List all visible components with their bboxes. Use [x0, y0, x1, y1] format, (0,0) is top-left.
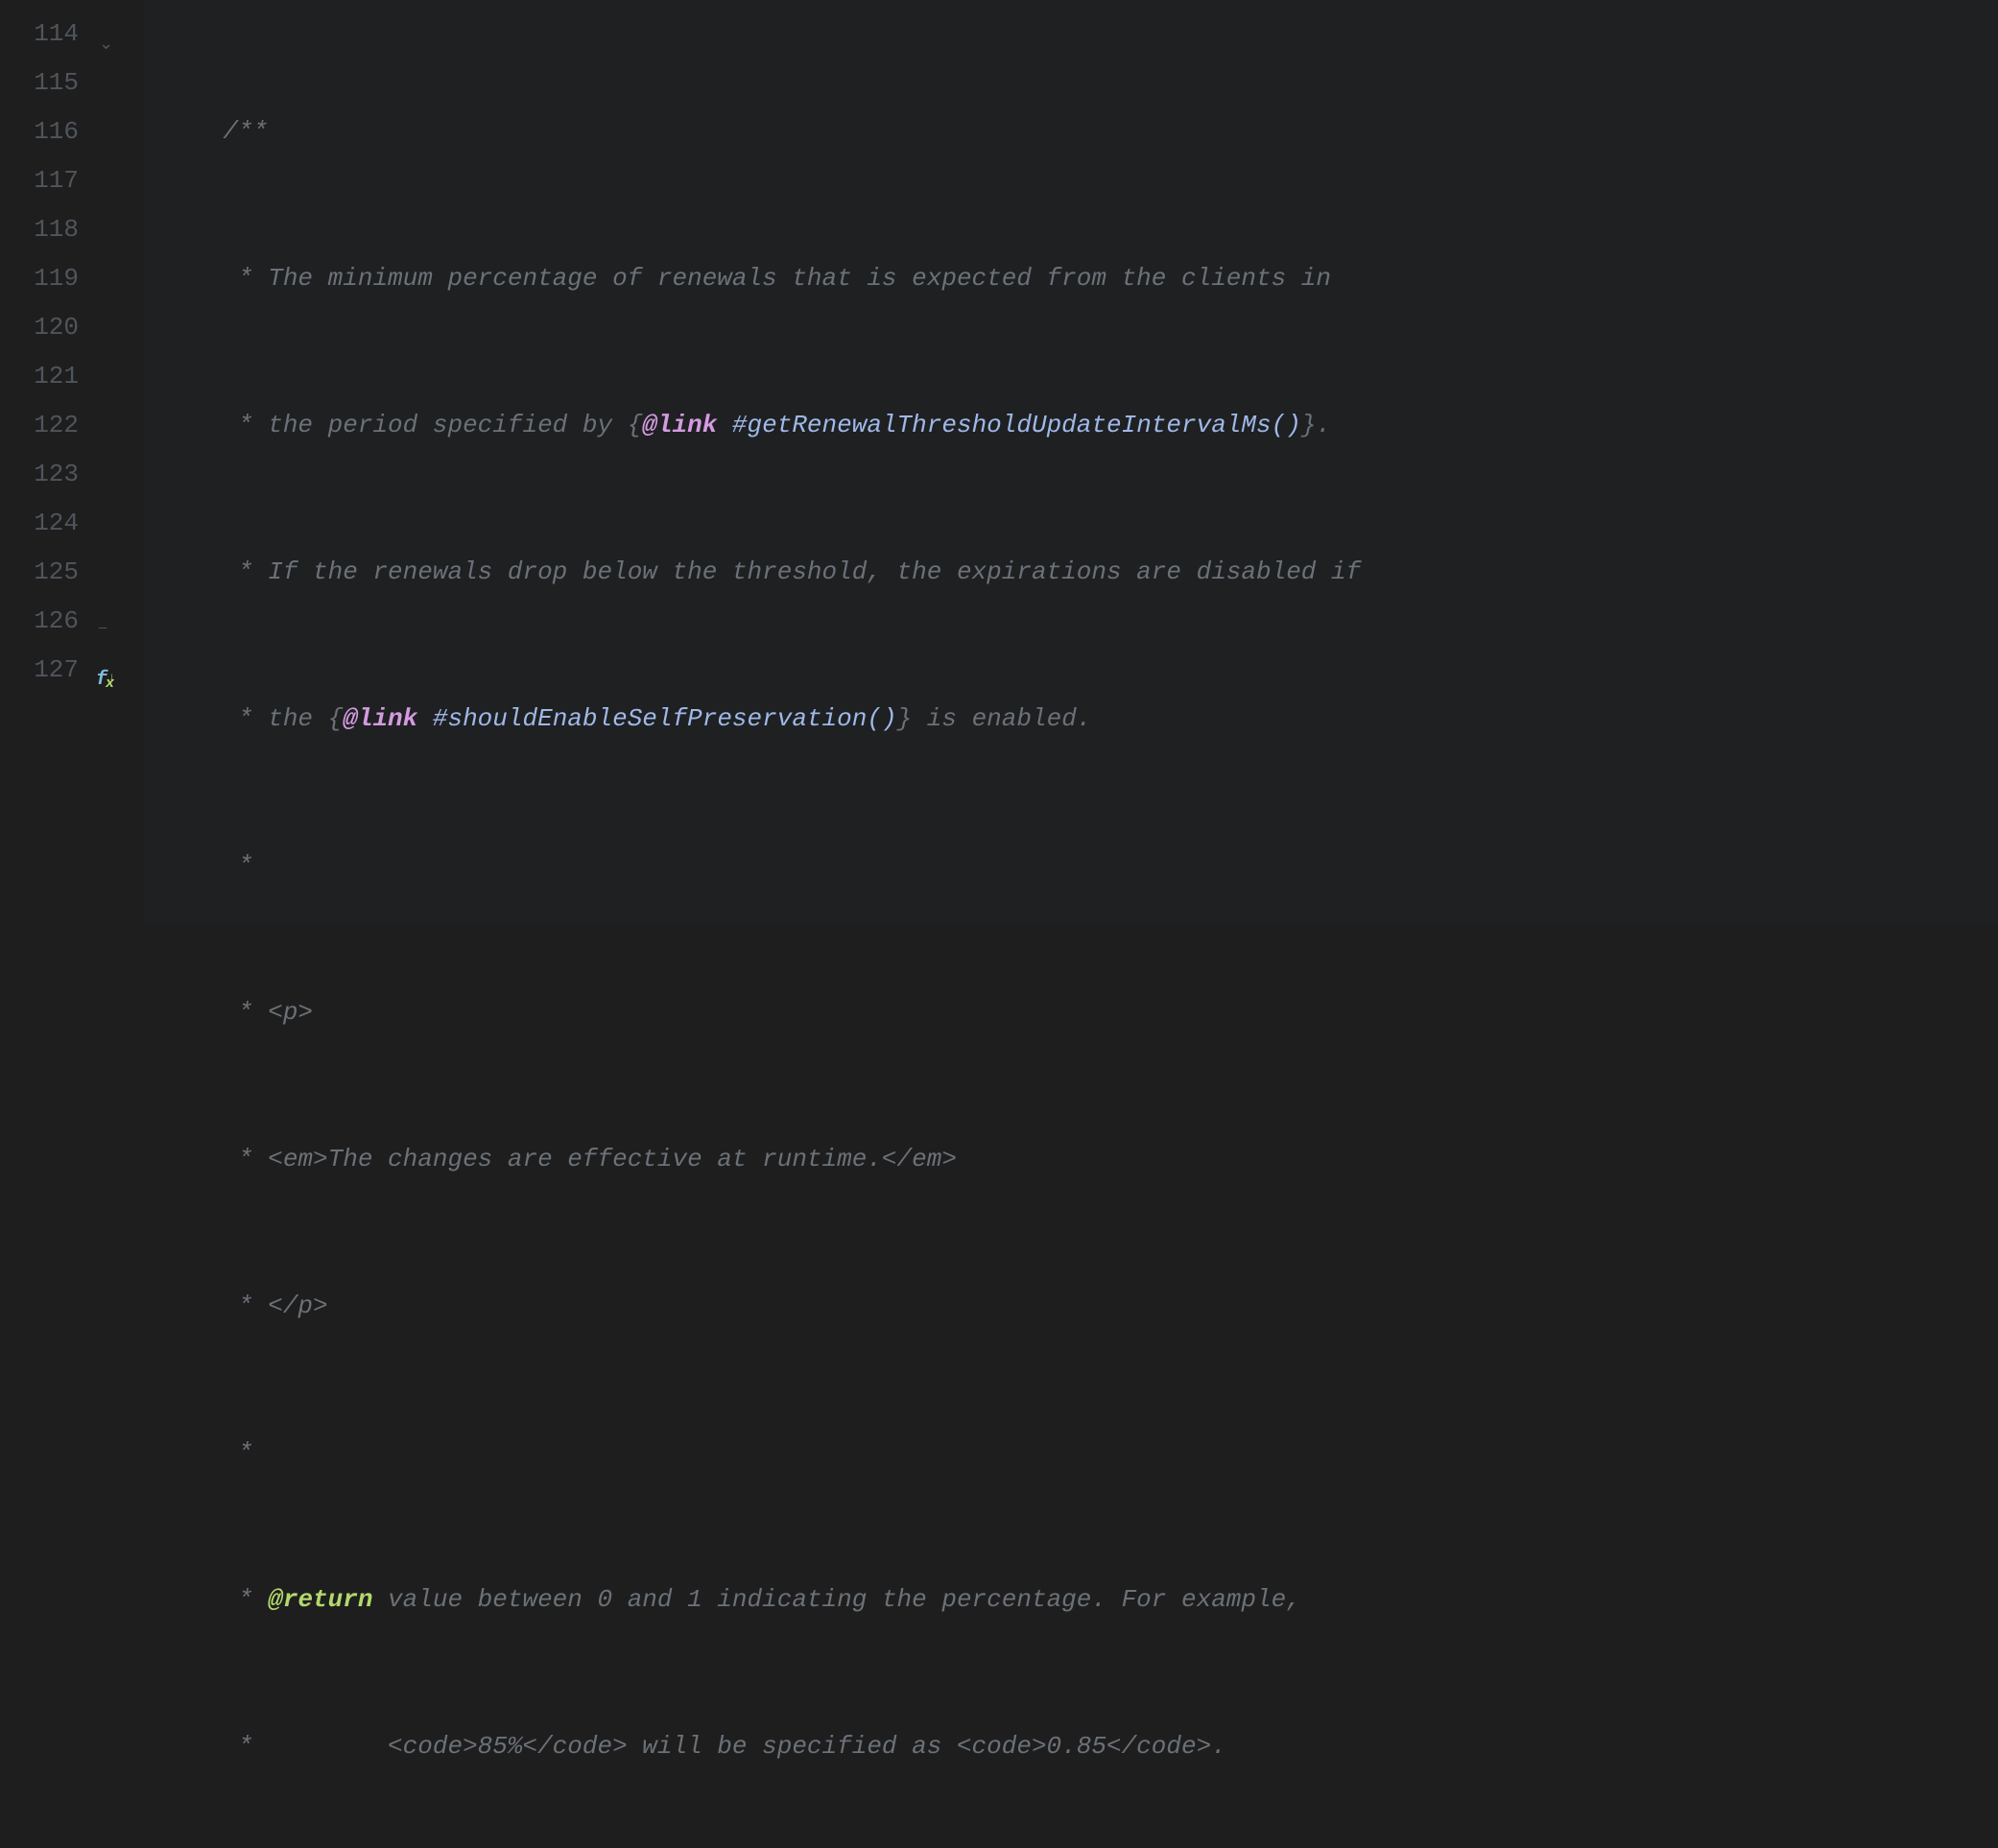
line-number: 126: [0, 597, 79, 646]
code-line[interactable]: * The minimum percentage of renewals tha…: [144, 254, 1998, 303]
code-line[interactable]: * the period specified by {@link #getRen…: [144, 401, 1998, 450]
override-method-icon[interactable]: fx↓: [96, 655, 116, 705]
javadoc-text: * If the renewals drop below the thresho…: [223, 557, 1361, 586]
code-line[interactable]: * If the renewals drop below the thresho…: [144, 548, 1998, 597]
line-number-gutter: 114 115 116 117 118 119 120 121 122 123 …: [0, 0, 96, 924]
code-line[interactable]: * <code>85%</code> will be specified as …: [144, 1722, 1998, 1771]
javadoc-return-tag: @return: [268, 1585, 372, 1614]
line-number: 114: [0, 10, 79, 59]
code-line[interactable]: /**: [144, 107, 1998, 156]
line-number: 115: [0, 59, 79, 107]
javadoc-text: * </p>: [223, 1291, 327, 1320]
line-number: 121: [0, 352, 79, 401]
javadoc-text: * <em>The changes are effective at runti…: [223, 1145, 957, 1173]
javadoc-link-tag: @link: [642, 411, 717, 439]
code-line[interactable]: * <p>: [144, 988, 1998, 1037]
javadoc-text: value between 0 and 1 indicating the per…: [372, 1585, 1300, 1614]
code-line[interactable]: * </p>: [144, 1282, 1998, 1331]
line-number: 117: [0, 156, 79, 205]
line-number: 116: [0, 107, 79, 156]
line-number: 124: [0, 499, 79, 548]
code-line[interactable]: * <em>The changes are effective at runti…: [144, 1135, 1998, 1184]
javadoc-text: * the period specified by {: [223, 411, 642, 439]
line-number: 118: [0, 205, 79, 254]
javadoc-text: }.: [1301, 411, 1331, 439]
code-line[interactable]: * @return value between 0 and 1 indicati…: [144, 1576, 1998, 1624]
javadoc-text: * <code>85%</code> will be specified as …: [223, 1732, 1225, 1761]
line-number: 122: [0, 401, 79, 450]
code-line[interactable]: * the {@link #shouldEnableSelfPreservati…: [144, 695, 1998, 744]
javadoc-text: *: [223, 851, 252, 880]
javadoc-start: /**: [223, 117, 268, 146]
code-line[interactable]: *: [144, 1429, 1998, 1478]
javadoc-text: * The minimum percentage of renewals tha…: [223, 264, 1331, 293]
javadoc-link-ref[interactable]: #shouldEnableSelfPreservation(): [433, 704, 897, 733]
code-line[interactable]: *: [144, 841, 1998, 890]
javadoc-link-tag: @link: [343, 704, 417, 733]
code-area[interactable]: /** * The minimum percentage of renewals…: [144, 0, 1998, 924]
line-number: 127: [0, 646, 79, 695]
code-editor[interactable]: 114 115 116 117 118 119 120 121 122 123 …: [0, 0, 1998, 924]
line-number: 120: [0, 303, 79, 352]
javadoc-text: *: [223, 1438, 252, 1467]
javadoc-text: * <p>: [223, 998, 313, 1027]
gutter-icon-strip: ⌄ — fx↓: [96, 0, 144, 924]
javadoc-text: *: [223, 1585, 268, 1614]
javadoc-text: * the {: [223, 704, 343, 733]
line-number: 123: [0, 450, 79, 499]
javadoc-link-ref[interactable]: #getRenewalThresholdUpdateIntervalMs(): [732, 411, 1301, 439]
line-number: 125: [0, 548, 79, 597]
line-number: 119: [0, 254, 79, 303]
javadoc-text: } is enabled.: [897, 704, 1092, 733]
